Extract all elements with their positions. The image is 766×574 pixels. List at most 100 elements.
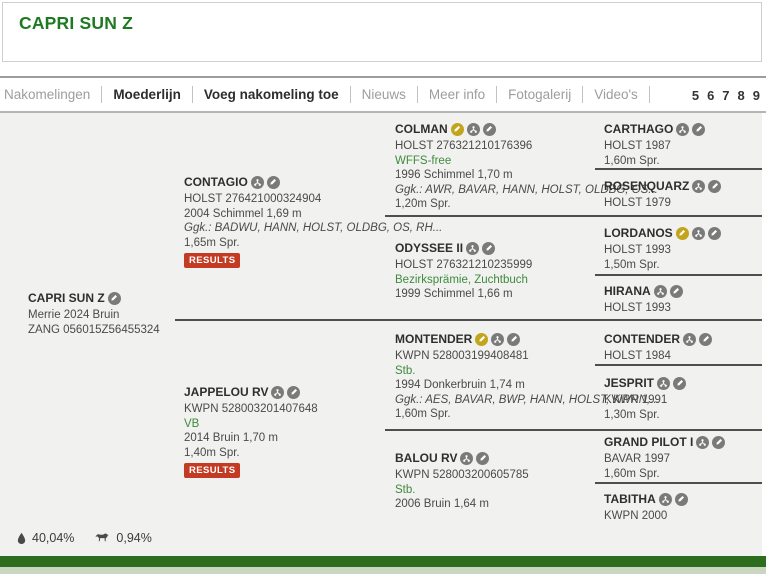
generation-link-8[interactable]: 8	[738, 88, 745, 103]
horse-name-link[interactable]: HIRANA	[604, 284, 651, 298]
pedigree-cell-carthago: CARTHAGO HOLST 1987 1,60m Spr.	[604, 121, 759, 168]
tab-videos[interactable]: Video's	[583, 86, 650, 103]
family-tree-icon[interactable]	[251, 176, 264, 189]
horse-name-link[interactable]: ROSENQUARZ	[604, 179, 689, 193]
registration-text: KWPN 1991	[604, 393, 759, 408]
pedigree-cell-montender: MONTENDER KWPN 528003199408481 Stb. 1994…	[395, 331, 595, 422]
family-tree-icon[interactable]	[467, 123, 480, 136]
registration-text: HOLST 1979	[604, 196, 759, 211]
ggk-text: Ggk.: AES, BAVAR, BWP, HANN, HOLST, KWPN…	[395, 393, 595, 408]
registration-text: ZANG 056015Z56455324	[28, 323, 178, 338]
pedigree-cell-jesprit: JESPRIT KWPN 1991 1,30m Spr.	[604, 375, 759, 422]
pedigree-cell-odyssee-ii: ODYSSEE II HOLST 276321210235999 Bezirks…	[395, 240, 595, 302]
registration-text: HOLST 276321210235999	[395, 258, 595, 273]
family-tree-icon[interactable]	[466, 242, 479, 255]
horse-name-link[interactable]: COLMAN	[395, 122, 448, 136]
edit-icon[interactable]	[287, 386, 300, 399]
family-tree-icon[interactable]	[491, 333, 504, 346]
family-tree-icon[interactable]	[683, 333, 696, 346]
edit-icon[interactable]	[482, 242, 495, 255]
status-text: WFFS-free	[395, 154, 595, 169]
registration-text: HOLST 1987	[604, 139, 759, 154]
pedigree-cell-rosenquarz: ROSENQUARZ HOLST 1979	[604, 178, 759, 211]
height-text: 1,65m Spr.	[184, 236, 384, 251]
approved-badge-icon[interactable]	[475, 333, 488, 346]
status-text: Stb.	[395, 483, 595, 498]
header-divider	[0, 76, 766, 78]
pedigree-cell-colman: COLMAN HOLST 276321210176396 WFFS-free 1…	[395, 121, 595, 212]
results-badge[interactable]: RESULTS	[184, 253, 240, 268]
horse-name-link[interactable]: LORDANOS	[604, 226, 673, 240]
edit-icon[interactable]	[675, 493, 688, 506]
status-text: Stb.	[395, 364, 595, 379]
description-text: Merrie 2024 Bruin	[28, 308, 178, 323]
horse-name-link[interactable]: GRAND PILOT I	[604, 435, 693, 449]
tab-fotogalerij[interactable]: Fotogalerij	[497, 86, 583, 103]
results-badge[interactable]: RESULTS	[184, 463, 240, 478]
tab-nakomelingen[interactable]: Nakomelingen	[2, 86, 102, 103]
family-tree-icon[interactable]	[460, 452, 473, 465]
pedigree-cell-lordanos: LORDANOS HOLST 1993 1,50m Spr.	[604, 225, 759, 272]
generation-link-7[interactable]: 7	[722, 88, 729, 103]
tab-moederlijn[interactable]: Moederlijn	[102, 86, 193, 103]
pedigree-cell-tabitha: TABITHA KWPN 2000	[604, 491, 759, 524]
family-tree-icon[interactable]	[659, 493, 672, 506]
edit-icon[interactable]	[483, 123, 496, 136]
horse-name-link[interactable]: CARTHAGO	[604, 122, 673, 136]
description-text: 1994 Donkerbruin 1,74 m	[395, 378, 595, 393]
horse-name-link[interactable]: TABITHA	[604, 492, 656, 506]
horse-name-link[interactable]: ODYSSEE II	[395, 241, 463, 255]
pedigree-cell-balou-rv: BALOU RV KWPN 528003200605785 Stb. 2006 …	[395, 450, 595, 512]
approved-badge-icon[interactable]	[676, 227, 689, 240]
generation-link-6[interactable]: 6	[707, 88, 714, 103]
family-tree-icon[interactable]	[271, 386, 284, 399]
horse-name-link[interactable]: CONTENDER	[604, 332, 680, 346]
generation-links: 5 6 7 8 9	[692, 88, 760, 103]
tab-nieuws[interactable]: Nieuws	[351, 86, 418, 103]
registration-text: HOLST 276421000324904	[184, 192, 384, 207]
family-tree-icon[interactable]	[654, 285, 667, 298]
row-separator	[385, 215, 762, 217]
footer-bar-light	[0, 567, 766, 574]
edit-icon[interactable]	[670, 285, 683, 298]
tab-meer-info[interactable]: Meer info	[418, 86, 497, 103]
description-text: 1999 Schimmel 1,66 m	[395, 287, 595, 302]
generation-link-5[interactable]: 5	[692, 88, 699, 103]
family-tree-icon[interactable]	[676, 123, 689, 136]
registration-text: HOLST 1984	[604, 349, 759, 364]
edit-icon[interactable]	[267, 176, 280, 189]
registration-text: KWPN 2000	[604, 509, 759, 524]
registration-text: HOLST 276321210176396	[395, 139, 595, 154]
edit-icon[interactable]	[673, 377, 686, 390]
horse-name-link[interactable]: JAPPELOU RV	[184, 385, 268, 399]
family-tree-icon[interactable]	[692, 180, 705, 193]
edit-icon[interactable]	[712, 436, 725, 449]
generation-link-9[interactable]: 9	[753, 88, 760, 103]
edit-icon[interactable]	[708, 180, 721, 193]
blood-stats: 40,04% 0,94%	[16, 531, 152, 545]
edit-icon[interactable]	[692, 123, 705, 136]
edit-icon[interactable]	[476, 452, 489, 465]
horse-name-link[interactable]: CAPRI SUN Z	[28, 291, 105, 305]
pedigree-cell-contender: CONTENDER HOLST 1984	[604, 331, 759, 364]
blood-percentage-value: 40,04%	[32, 531, 74, 545]
horse-name-link[interactable]: BALOU RV	[395, 451, 457, 465]
edit-icon[interactable]	[507, 333, 520, 346]
height-text: 1,60m Spr.	[395, 407, 595, 422]
height-text: 1,40m Spr.	[184, 446, 384, 461]
blood-drop-icon	[16, 532, 27, 545]
family-tree-icon[interactable]	[657, 377, 670, 390]
horse-name-link[interactable]: MONTENDER	[395, 332, 472, 346]
edit-icon[interactable]	[708, 227, 721, 240]
family-tree-icon[interactable]	[692, 227, 705, 240]
approved-badge-icon[interactable]	[451, 123, 464, 136]
horse-name-link[interactable]: CONTAGIO	[184, 175, 248, 189]
edit-icon[interactable]	[699, 333, 712, 346]
edit-icon[interactable]	[108, 292, 121, 305]
title-box: CAPRI SUN Z	[2, 2, 762, 62]
family-tree-icon[interactable]	[696, 436, 709, 449]
horse-name-link[interactable]: JESPRIT	[604, 376, 654, 390]
row-separator	[595, 482, 762, 484]
height-text: 1,60m Spr.	[604, 154, 759, 169]
tab-voeg-nakomeling-toe[interactable]: Voeg nakomeling toe	[193, 86, 351, 103]
